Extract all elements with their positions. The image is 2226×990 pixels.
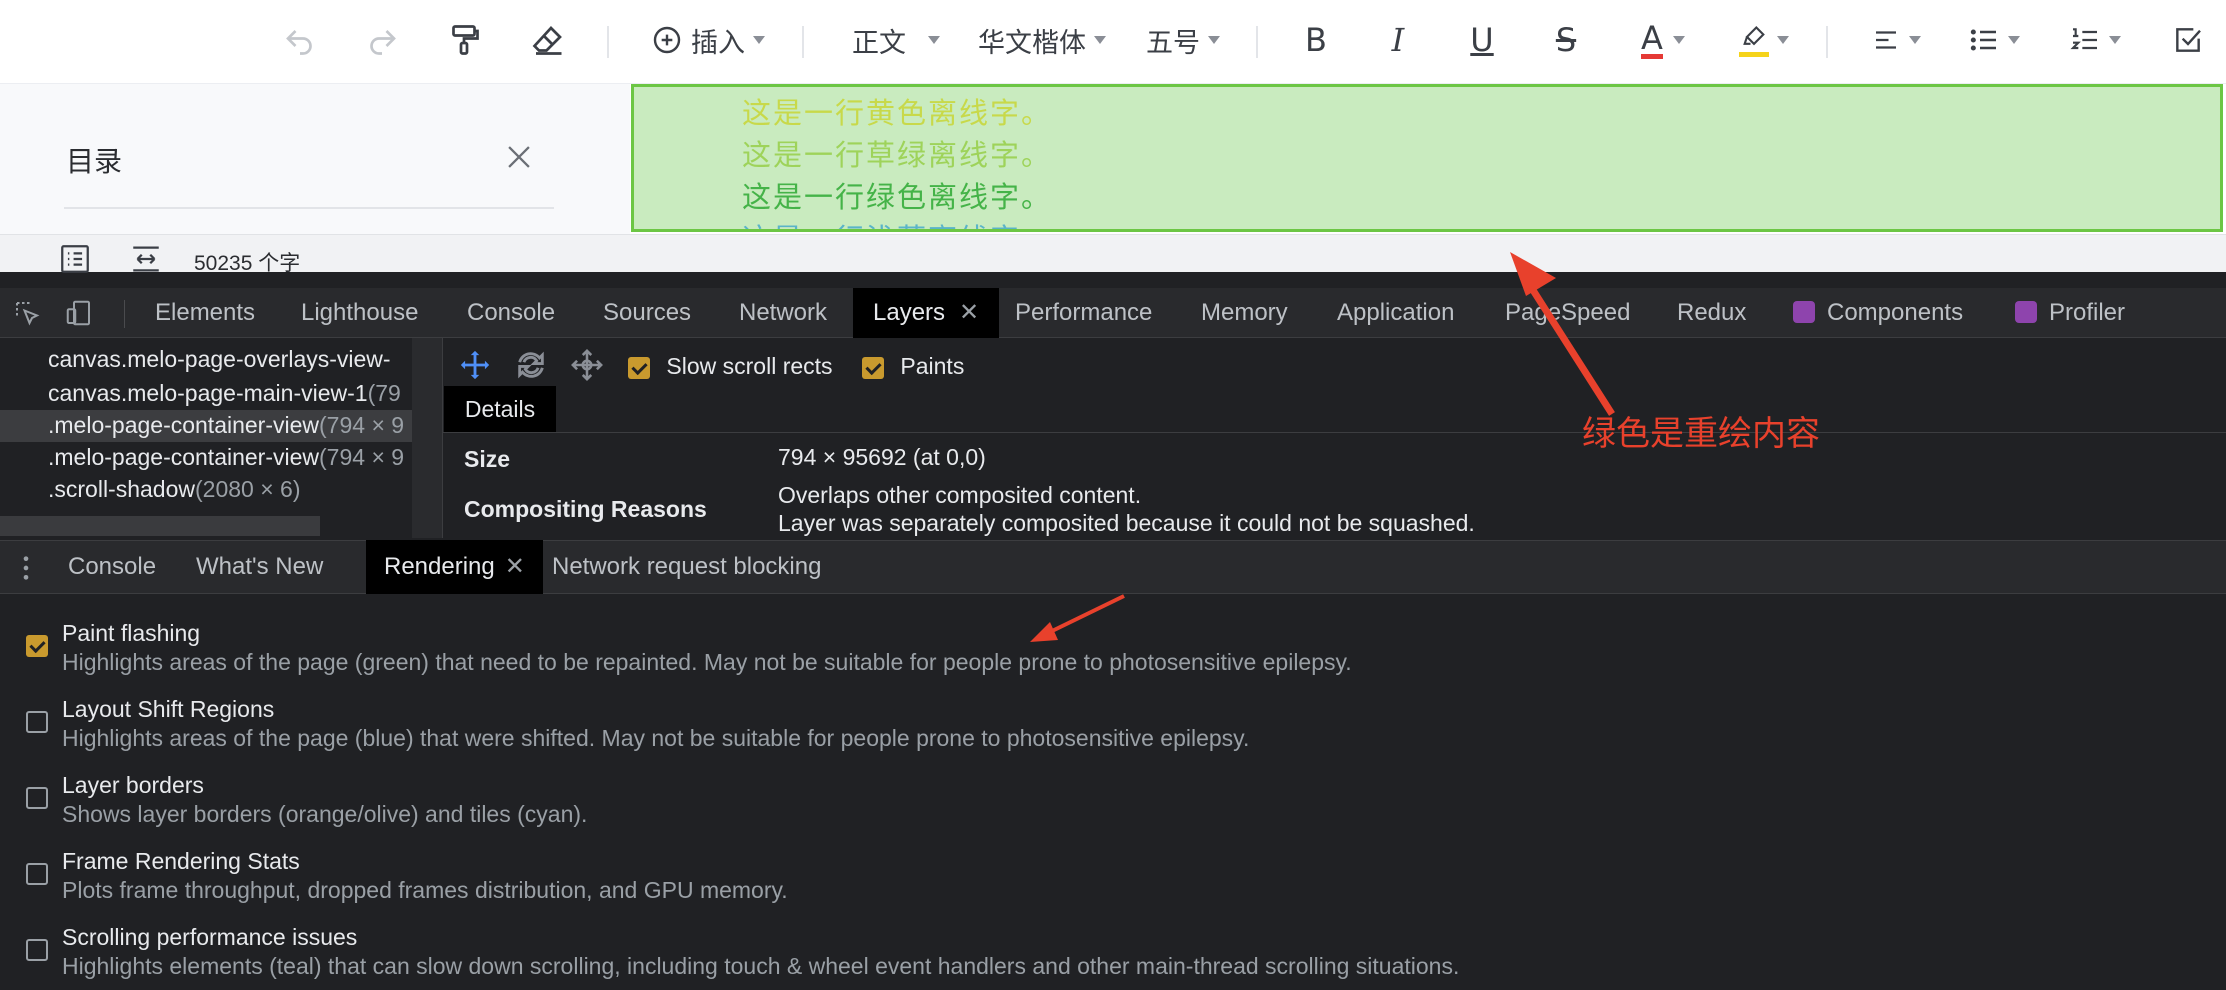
annotation-arrows: [1030, 252, 1615, 642]
annotation-label: 绿色是重绘内容: [1582, 414, 1820, 454]
arrow-to-paint-flashing: [1049, 594, 1125, 634]
arrowhead: [1030, 622, 1058, 642]
arrowhead: [1510, 252, 1556, 296]
arrow-to-green-overlay: [1521, 274, 1615, 416]
